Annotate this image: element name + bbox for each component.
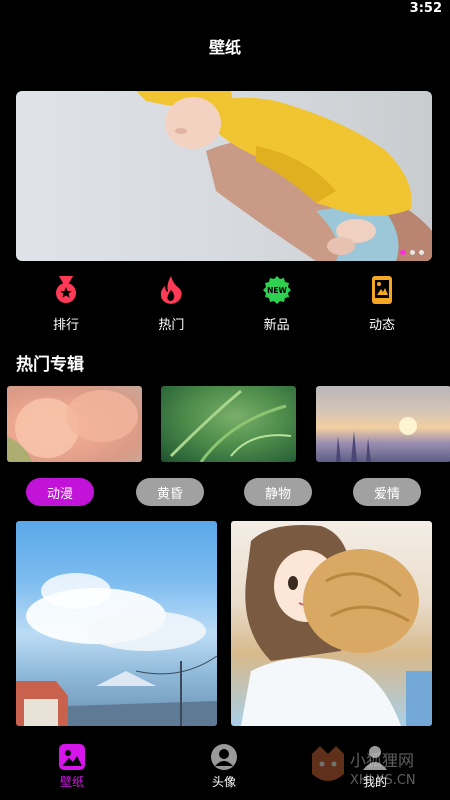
watermark-logo: 小狐狸网 XHLKS.CN xyxy=(312,746,416,788)
quick-nav-live[interactable]: 动态 xyxy=(340,276,424,333)
banner-image xyxy=(136,91,432,261)
quick-nav-ranking-label: 排行 xyxy=(52,318,79,333)
svg-text:小狐狸网: 小狐狸网 xyxy=(350,751,414,770)
category-pill-dusk[interactable]: 黄昏 xyxy=(136,478,204,506)
hot-albums-list[interactable] xyxy=(7,386,450,462)
new-badge-icon: NEW xyxy=(262,276,291,304)
category-pill-anime[interactable]: 动漫 xyxy=(26,478,94,506)
carousel-dot[interactable] xyxy=(410,250,415,255)
tab-avatar[interactable]: 头像 xyxy=(179,744,269,790)
banner-carousel[interactable] xyxy=(16,91,432,261)
picture-icon xyxy=(59,744,85,770)
carousel-dot[interactable] xyxy=(419,250,424,255)
hot-albums-title: 热门专辑 xyxy=(16,355,84,375)
carousel-indicator xyxy=(400,250,424,255)
carousel-dot-active[interactable] xyxy=(400,250,406,255)
quick-nav-new[interactable]: NEW 新品 xyxy=(235,276,319,333)
category-filter: 动漫 黄昏 静物 爱情 xyxy=(26,478,426,506)
svg-text:NEW: NEW xyxy=(267,286,287,295)
live-phone-icon xyxy=(368,276,396,304)
tab-wallpaper-label: 壁纸 xyxy=(59,775,84,789)
album-card[interactable] xyxy=(7,386,142,462)
page-title: 壁纸 xyxy=(208,38,241,57)
anime-girl-wallpaper xyxy=(241,525,432,726)
category-pill-love[interactable]: 爱情 xyxy=(353,478,421,506)
leaves-thumbnail xyxy=(169,389,292,462)
album-card[interactable] xyxy=(316,386,450,462)
wallpaper-card[interactable] xyxy=(16,521,217,726)
status-bar: 3:52 xyxy=(0,0,450,18)
avatar-icon xyxy=(211,744,237,770)
tab-avatar-label: 头像 xyxy=(211,775,236,789)
tab-wallpaper[interactable]: 壁纸 xyxy=(27,744,117,790)
medal-icon xyxy=(52,276,80,304)
quick-nav-hot-label: 热门 xyxy=(158,318,185,333)
quick-nav: 排行 热门 NEW 新品 动态 xyxy=(24,276,424,333)
quick-nav-live-label: 动态 xyxy=(368,318,395,333)
sunset-thumbnail xyxy=(336,417,417,462)
quick-nav-hot[interactable]: 热门 xyxy=(129,276,213,333)
anime-sky-wallpaper xyxy=(16,573,217,726)
category-pill-still-life[interactable]: 静物 xyxy=(244,478,312,506)
wallpaper-card[interactable] xyxy=(231,521,432,726)
quick-nav-ranking[interactable]: 排行 xyxy=(24,276,108,333)
wallpaper-grid xyxy=(16,521,436,726)
tulip-thumbnail xyxy=(7,390,138,462)
quick-nav-new-label: 新品 xyxy=(263,318,290,333)
album-card[interactable] xyxy=(161,386,296,462)
status-time: 3:52 xyxy=(409,1,442,16)
svg-text:XHLKS.CN: XHLKS.CN xyxy=(350,773,416,788)
flame-icon xyxy=(157,276,185,304)
